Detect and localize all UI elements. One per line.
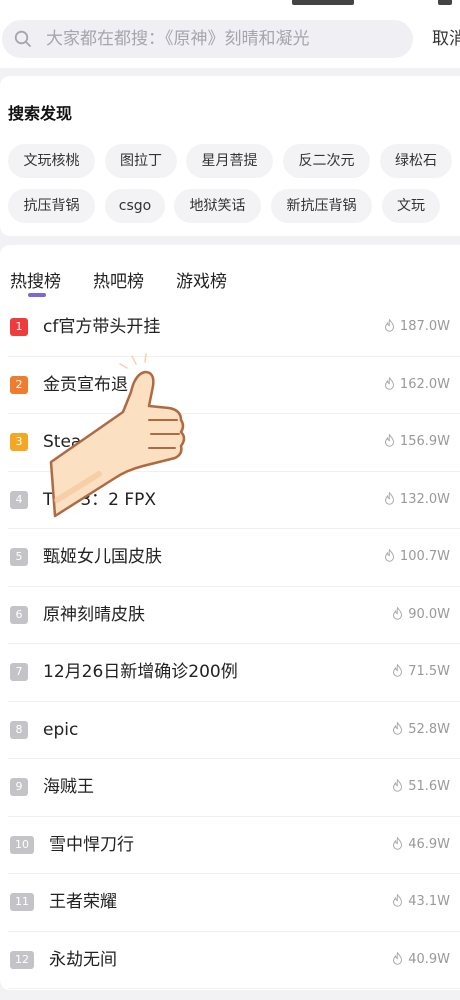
heat-value: 46.9W (392, 817, 450, 873)
heat-value-text: 187.0W (399, 319, 450, 334)
rank-badge: 8 (10, 720, 28, 739)
rank-badge: 10 (10, 835, 34, 854)
hot-list-title: 永劫无间 (49, 949, 117, 970)
hot-list-title: TES 3：2 FPX (43, 489, 157, 510)
discover-chip[interactable]: 文玩核桃 (8, 144, 95, 178)
rank-badge: 7 (10, 663, 28, 681)
heat-value: 71.5W (392, 644, 450, 700)
heat-value-text: 46.9W (408, 836, 450, 852)
hot-list-row[interactable]: 4 TES 3：2 FPX 132.0W (0, 472, 460, 529)
discover-chip[interactable]: 绿松石 (380, 144, 452, 178)
heat-value: 51.6W (392, 759, 450, 815)
rank-badge: 6 (10, 605, 28, 624)
rank-badge: 12 (10, 950, 34, 969)
active-tab-indicator (28, 293, 46, 297)
flame-icon (384, 319, 394, 332)
hot-list-title: 金贡宣布退 (43, 374, 128, 395)
section-title: 搜索发现 (8, 104, 73, 123)
page-bottom (0, 990, 460, 1000)
hot-list-title: Stea (43, 432, 82, 452)
hot-list-row[interactable]: 6 原神刻晴皮肤 90.0W (0, 587, 460, 644)
flame-icon (393, 721, 403, 735)
hot-list-row[interactable]: 12 永劫无间 40.9W (0, 932, 460, 989)
hot-list-row[interactable]: 8 epic 52.8W (0, 702, 460, 759)
rank-badge: 2 (10, 375, 28, 394)
heat-value: 90.0W (392, 587, 450, 643)
heat-value: 187.0W (384, 299, 450, 355)
status-bar-fragment (292, 0, 354, 5)
heat-value-text: 100.7W (399, 549, 450, 564)
heat-value-text: 52.8W (408, 721, 450, 737)
hot-list-row[interactable]: 5 甄姬女儿国皮肤 100.7W (0, 529, 460, 587)
search-discover-section: 搜索发现 文玩核桃 图拉丁 星月菩提 反二次元 绿松石 抗压背锅 csgo 地狱… (0, 76, 460, 236)
hot-list-row[interactable]: 9 海贼王 51.6W (0, 759, 460, 817)
search-icon (14, 30, 31, 47)
hot-list-title: 雪中悍刀行 (49, 834, 134, 855)
tab-hot-bar[interactable]: 热吧榜 (93, 267, 144, 292)
heat-value-text: 43.1W (408, 894, 450, 909)
flame-icon (384, 376, 394, 390)
rank-badge: 4 (10, 490, 28, 509)
discover-chip[interactable]: csgo (105, 189, 165, 223)
heat-value-text: 132.0W (399, 491, 450, 507)
heat-value: 156.9W (384, 414, 450, 470)
hot-list-title: 甄姬女儿国皮肤 (43, 547, 162, 567)
hot-list-row[interactable]: 1 cf官方带头开挂 187.0W (0, 299, 460, 357)
rank-badge: 11 (10, 893, 34, 911)
flame-icon (393, 951, 403, 965)
heat-value-text: 71.5W (408, 664, 450, 679)
flame-icon (393, 664, 403, 677)
hot-list-row[interactable]: 11 王者荣耀 43.1W (0, 874, 460, 932)
hot-list-row[interactable]: 7 12月26日新增确诊200例 71.5W (0, 644, 460, 702)
discover-chip[interactable]: 地狱笑话 (174, 189, 261, 223)
hot-list-title: 原神刻晴皮肤 (43, 604, 145, 625)
rank-badge: 5 (10, 548, 28, 566)
flame-icon (384, 491, 394, 505)
search-placeholder: 大家都在都搜：《原神》刻晴和凝光 (46, 29, 310, 49)
cancel-button[interactable]: 取消 (432, 20, 460, 58)
flame-icon (393, 779, 403, 792)
search-page: 大家都在都搜：《原神》刻晴和凝光 取消 搜索发现 文玩核桃 图拉丁 星月菩提 反… (0, 0, 460, 1000)
heat-value: 52.8W (392, 702, 450, 758)
hot-list-title: 王者荣耀 (49, 892, 117, 912)
heat-value-text: 162.0W (399, 376, 450, 392)
heat-value: 40.9W (392, 932, 450, 988)
flame-icon (393, 894, 403, 907)
flame-icon (393, 606, 403, 620)
search-header: 大家都在都搜：《原神》刻晴和凝光 取消 (0, 0, 460, 68)
discover-chip[interactable]: 星月菩提 (186, 144, 273, 178)
flame-icon (384, 434, 394, 447)
flame-icon (393, 836, 403, 850)
heat-value: 100.7W (384, 529, 450, 585)
heat-value-text: 90.0W (408, 606, 450, 622)
hot-list-title: epic (43, 719, 79, 740)
tab-game[interactable]: 游戏榜 (176, 267, 227, 292)
hot-list-row[interactable]: 10 雪中悍刀行 46.9W (0, 817, 460, 874)
heat-value: 162.0W (384, 357, 450, 413)
heat-value-text: 51.6W (408, 779, 450, 794)
hot-list-row[interactable]: 3 Stea 156.9W (0, 414, 460, 472)
discover-chip[interactable]: 抗压背锅 (8, 189, 95, 223)
heat-value: 132.0W (384, 472, 450, 528)
row-divider (8, 988, 460, 989)
hot-list-title: 12月26日新增确诊200例 (43, 662, 238, 682)
heat-value: 43.1W (392, 874, 450, 930)
ranking-panel: 热搜榜 热吧榜 游戏榜 1 cf官方带头开挂 187.0W 2 金贡宣布退 162.0W 3… (0, 245, 460, 990)
rank-badge: 1 (10, 318, 28, 336)
tab-hot-search[interactable]: 热搜榜 (10, 267, 61, 292)
discover-chip[interactable]: 图拉丁 (105, 144, 177, 178)
status-bar-fragment (438, 0, 452, 5)
flame-icon (384, 549, 394, 562)
search-input[interactable]: 大家都在都搜：《原神》刻晴和凝光 (2, 20, 413, 58)
hot-list-row[interactable]: 2 金贡宣布退 162.0W (0, 357, 460, 414)
hot-list-title: cf官方带头开挂 (43, 317, 161, 337)
discover-chip[interactable]: 新抗压背锅 (271, 189, 372, 223)
heat-value-text: 40.9W (408, 951, 450, 967)
discover-chip[interactable]: 反二次元 (283, 144, 370, 178)
heat-value-text: 156.9W (399, 434, 450, 449)
rank-badge: 9 (10, 778, 28, 796)
rank-badge: 3 (10, 433, 28, 451)
hot-list-title: 海贼王 (43, 777, 94, 797)
discover-chip[interactable]: 文玩 (382, 189, 440, 223)
